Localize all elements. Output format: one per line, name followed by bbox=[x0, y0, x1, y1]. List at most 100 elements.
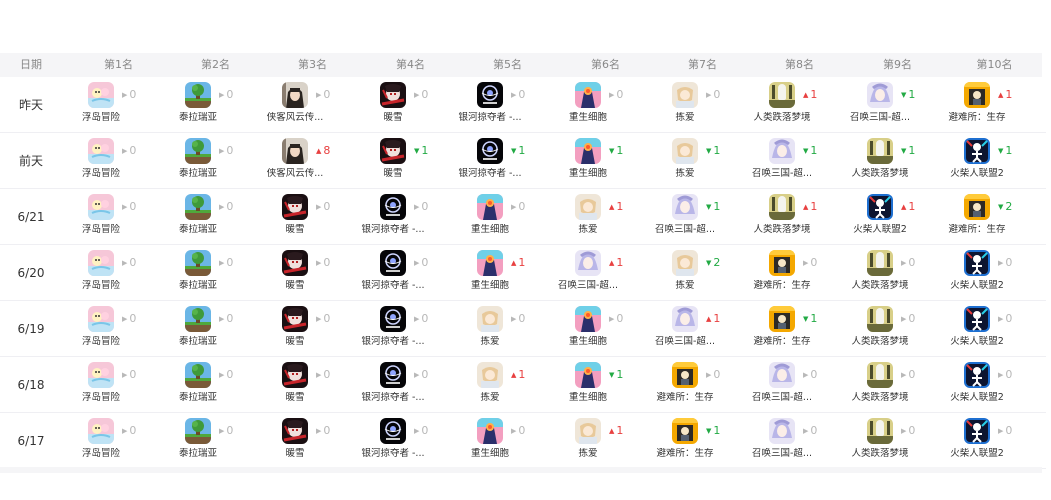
app-cell[interactable]: 重生细胞 ▶ 0 bbox=[557, 77, 654, 133]
app-name[interactable]: 召唤三国-超... bbox=[551, 280, 625, 292]
stickman-icon[interactable] bbox=[964, 362, 990, 388]
bunker-icon[interactable] bbox=[672, 418, 698, 444]
app-name[interactable]: 银河掠夺者 -... bbox=[453, 112, 527, 124]
terraria-icon[interactable] bbox=[185, 138, 211, 164]
app-cell[interactable]: 浮岛冒险 ▶ 0 bbox=[70, 301, 167, 357]
app-name[interactable]: 浮岛冒险 bbox=[64, 224, 138, 236]
app-cell[interactable]: 浮岛冒险 ▶ 0 bbox=[70, 245, 167, 301]
hff-icon[interactable] bbox=[867, 138, 893, 164]
nuanxue-icon[interactable] bbox=[282, 418, 308, 444]
app-name[interactable]: 暖雪 bbox=[258, 392, 332, 404]
app-cell[interactable]: 火柴人联盟2 ▶ 0 bbox=[946, 357, 1043, 413]
app-name[interactable]: 泰拉瑞亚 bbox=[161, 280, 235, 292]
app-cell[interactable]: 重生细胞 ▶ 0 bbox=[459, 189, 556, 245]
app-cell[interactable]: 火柴人联盟2 ▼ 1 bbox=[946, 133, 1043, 189]
app-name[interactable]: 召唤三国-超... bbox=[745, 448, 819, 460]
app-cell[interactable]: 拣爱 ▲ 1 bbox=[459, 357, 556, 413]
fudao-icon[interactable] bbox=[88, 306, 114, 332]
app-cell[interactable]: 拣爱 ▼ 1 bbox=[654, 133, 751, 189]
app-cell[interactable]: 拣爱 ▼ 2 bbox=[654, 245, 751, 301]
deadcells-icon[interactable] bbox=[477, 418, 503, 444]
app-name[interactable]: 重生细胞 bbox=[551, 168, 625, 180]
app-name[interactable]: 火柴人联盟2 bbox=[940, 168, 1014, 180]
app-name[interactable]: 重生细胞 bbox=[551, 112, 625, 124]
zhaohuan-icon[interactable] bbox=[769, 138, 795, 164]
galaxy-icon[interactable] bbox=[380, 362, 406, 388]
terraria-icon[interactable] bbox=[185, 82, 211, 108]
app-cell[interactable]: 泰拉瑞亚 ▶ 0 bbox=[167, 77, 264, 133]
app-name[interactable]: 拣爱 bbox=[551, 224, 625, 236]
app-cell[interactable]: 泰拉瑞亚 ▶ 0 bbox=[167, 133, 264, 189]
bunker-icon[interactable] bbox=[964, 82, 990, 108]
app-cell[interactable]: 银河掠夺者 -... ▼ 1 bbox=[458, 133, 556, 189]
app-cell[interactable]: 银河掠夺者 -... ▶ 0 bbox=[361, 189, 459, 245]
app-name[interactable]: 拣爱 bbox=[648, 280, 722, 292]
jianai-icon[interactable] bbox=[575, 418, 601, 444]
app-cell[interactable]: 避难所：生存 ▶ 0 bbox=[751, 245, 848, 301]
app-name[interactable]: 泰拉瑞亚 bbox=[161, 224, 235, 236]
app-cell[interactable]: 火柴人联盟2 ▶ 0 bbox=[946, 245, 1043, 301]
app-name[interactable]: 拣爱 bbox=[453, 336, 527, 348]
app-cell[interactable]: 人类跌落梦境 ▶ 0 bbox=[849, 413, 946, 469]
app-name[interactable]: 人类跌落梦境 bbox=[745, 224, 819, 236]
app-name[interactable]: 侠客风云传... bbox=[258, 112, 332, 124]
app-name[interactable]: 人类跌落梦境 bbox=[843, 280, 917, 292]
zhaohuan-icon[interactable] bbox=[575, 250, 601, 276]
app-cell[interactable]: 火柴人联盟2 ▲ 1 bbox=[849, 189, 946, 245]
app-cell[interactable]: 拣爱 ▲ 1 bbox=[557, 189, 654, 245]
zhaohuan-icon[interactable] bbox=[769, 418, 795, 444]
app-cell[interactable]: 银河掠夺者 -... ▶ 0 bbox=[361, 245, 459, 301]
app-cell[interactable]: 银河掠夺者 -... ▶ 0 bbox=[361, 301, 459, 357]
app-name[interactable]: 人类跌落梦境 bbox=[843, 448, 917, 460]
terraria-icon[interactable] bbox=[185, 250, 211, 276]
app-name[interactable]: 浮岛冒险 bbox=[64, 168, 138, 180]
stickman-icon[interactable] bbox=[964, 138, 990, 164]
stickman-icon[interactable] bbox=[964, 418, 990, 444]
zhaohuan-icon[interactable] bbox=[672, 306, 698, 332]
app-cell[interactable]: 召唤三国-超... ▶ 0 bbox=[751, 413, 848, 469]
galaxy-icon[interactable] bbox=[380, 194, 406, 220]
app-cell[interactable]: 人类跌落梦境 ▶ 0 bbox=[849, 301, 946, 357]
app-cell[interactable]: 侠客风云传... ▶ 0 bbox=[264, 77, 361, 133]
app-name[interactable]: 人类跌落梦境 bbox=[843, 168, 917, 180]
fudao-icon[interactable] bbox=[88, 82, 114, 108]
fudao-icon[interactable] bbox=[88, 138, 114, 164]
app-name[interactable]: 召唤三国-超... bbox=[745, 168, 819, 180]
jianai-icon[interactable] bbox=[672, 250, 698, 276]
app-cell[interactable]: 避难所：生存 ▼ 1 bbox=[751, 301, 848, 357]
app-cell[interactable]: 重生细胞 ▶ 0 bbox=[557, 301, 654, 357]
app-cell[interactable]: 召唤三国-超... ▲ 1 bbox=[557, 245, 654, 301]
fudao-icon[interactable] bbox=[88, 194, 114, 220]
app-name[interactable]: 银河掠夺者 -... bbox=[453, 168, 527, 180]
app-name[interactable]: 召唤三国-超... bbox=[843, 112, 917, 124]
app-name[interactable]: 银河掠夺者 -... bbox=[356, 448, 430, 460]
bunker-icon[interactable] bbox=[769, 306, 795, 332]
fudao-icon[interactable] bbox=[88, 362, 114, 388]
app-cell[interactable]: 召唤三国-超... ▶ 0 bbox=[751, 357, 848, 413]
app-cell[interactable]: 拣爱 ▶ 0 bbox=[459, 301, 556, 357]
app-cell[interactable]: 重生细胞 ▲ 1 bbox=[459, 245, 556, 301]
terraria-icon[interactable] bbox=[185, 306, 211, 332]
app-name[interactable]: 避难所：生存 bbox=[940, 224, 1014, 236]
zhaohuan-icon[interactable] bbox=[769, 362, 795, 388]
app-name[interactable]: 火柴人联盟2 bbox=[940, 336, 1014, 348]
app-name[interactable]: 泰拉瑞亚 bbox=[161, 392, 235, 404]
app-cell[interactable]: 召唤三国-超... ▼ 1 bbox=[849, 77, 946, 133]
deadcells-icon[interactable] bbox=[575, 362, 601, 388]
app-name[interactable]: 侠客风云传... bbox=[258, 168, 332, 180]
jianai-icon[interactable] bbox=[477, 306, 503, 332]
galaxy-icon[interactable] bbox=[477, 138, 503, 164]
app-name[interactable]: 火柴人联盟2 bbox=[940, 280, 1014, 292]
deadcells-icon[interactable] bbox=[477, 250, 503, 276]
app-name[interactable]: 召唤三国-超... bbox=[648, 224, 722, 236]
app-name[interactable]: 避难所：生存 bbox=[648, 448, 722, 460]
app-name[interactable]: 泰拉瑞亚 bbox=[161, 336, 235, 348]
app-cell[interactable]: 暖雪 ▶ 0 bbox=[264, 189, 361, 245]
deadcells-icon[interactable] bbox=[477, 194, 503, 220]
app-cell[interactable]: 人类跌落梦境 ▼ 1 bbox=[849, 133, 946, 189]
app-cell[interactable]: 火柴人联盟2 ▶ 0 bbox=[946, 301, 1043, 357]
hff-icon[interactable] bbox=[867, 306, 893, 332]
app-name[interactable]: 银河掠夺者 -... bbox=[356, 224, 430, 236]
app-cell[interactable]: 人类跌落梦境 ▶ 0 bbox=[849, 357, 946, 413]
app-name[interactable]: 召唤三国-超... bbox=[745, 392, 819, 404]
